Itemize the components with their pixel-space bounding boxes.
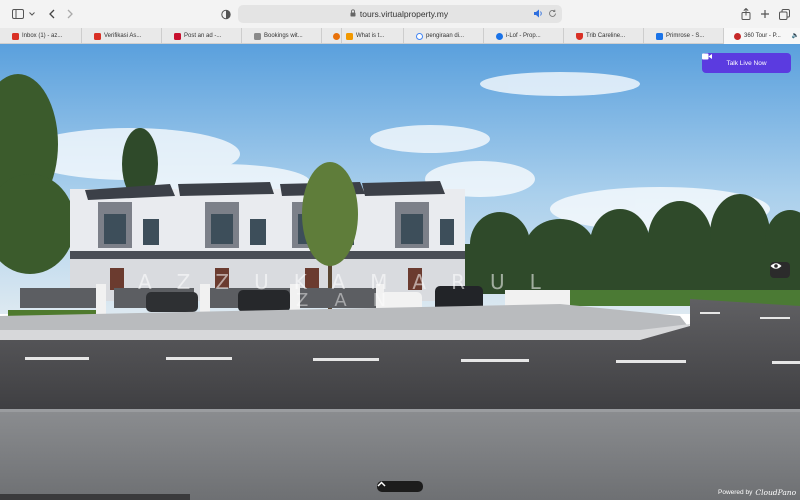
lock-icon	[350, 9, 356, 19]
chevron-up-icon	[377, 481, 386, 487]
video-camera-icon	[702, 53, 712, 60]
tab-overview-icon[interactable]	[774, 4, 794, 24]
tab-trib[interactable]: Trib Careline...	[564, 28, 644, 44]
tab-label: Bookings wit...	[264, 33, 303, 39]
powered-by-label: Powered by	[718, 489, 753, 496]
share-icon[interactable]	[736, 4, 756, 24]
bookmark-icon	[346, 32, 353, 40]
talk-live-now-button[interactable]: Talk Live Now	[702, 53, 791, 73]
speaker-icon[interactable]	[533, 8, 544, 21]
tab-pengiraan[interactable]: pengiraan di...	[404, 28, 484, 44]
tab-site[interactable]	[322, 28, 342, 44]
tab-bookings[interactable]: Bookings wit...	[242, 28, 322, 44]
tab-primrose[interactable]: Primrose - S...	[644, 28, 724, 44]
tab-360-tour[interactable]: 360 Tour - P... 🔈	[724, 28, 800, 44]
tab-ilof[interactable]: i-Lof - Prop...	[484, 28, 564, 44]
cloudpano-logo: CloudPano	[755, 488, 797, 497]
bookings-icon	[254, 32, 261, 40]
tab-bar: Inbox (1) - az... Verifikasi As... Post …	[0, 28, 800, 44]
tab-label: i-Lof - Prop...	[506, 33, 541, 39]
panorama-viewer[interactable]: AZZUKAMARUL ZAN Talk Live Now Powered by…	[0, 44, 800, 500]
mudah-icon	[174, 32, 181, 40]
back-icon[interactable]	[42, 4, 62, 24]
primrose-icon	[656, 32, 663, 40]
tab-label: Trib Careline...	[586, 33, 626, 39]
new-tab-icon[interactable]	[755, 4, 775, 24]
tab-label: Verifikasi As...	[104, 33, 142, 39]
watermark-text-line2: ZAN	[296, 290, 413, 311]
url-text: tours.virtualproperty.my	[359, 9, 449, 19]
tab-inbox[interactable]: Inbox (1) - az...	[0, 28, 82, 44]
privacy-shield-icon[interactable]	[216, 4, 236, 24]
reload-icon[interactable]	[547, 8, 558, 21]
google-icon	[416, 32, 423, 40]
tab-label: Inbox (1) - az...	[22, 33, 63, 39]
tab-post-ad[interactable]: Post an ad -...	[162, 28, 242, 44]
tab-label: pengiraan di...	[426, 33, 465, 39]
tab-label: Post an ad -...	[184, 33, 222, 39]
tab-what-is[interactable]: What is t...	[342, 28, 404, 44]
site-icon	[333, 32, 340, 40]
tab-verifikasi[interactable]: Verifikasi As...	[82, 28, 162, 44]
tab-label: What is t...	[356, 33, 385, 39]
talk-live-now-label: Talk Live Now	[726, 59, 767, 67]
browser-toolbar: tours.virtualproperty.my	[0, 0, 800, 28]
expand-panel-button[interactable]	[377, 481, 423, 492]
tab-label: 360 Tour - P...	[744, 33, 781, 39]
tab-label: Primrose - S...	[666, 33, 705, 39]
globe-icon	[496, 32, 503, 40]
shield-icon	[576, 32, 583, 40]
speaker-icon[interactable]: 🔈	[792, 32, 799, 39]
tour-icon	[734, 32, 741, 40]
eye-icon	[770, 263, 782, 269]
sidebar-icon[interactable]	[8, 4, 28, 24]
address-bar[interactable]: tours.virtualproperty.my	[238, 5, 562, 23]
gmail-icon	[94, 32, 101, 40]
gmail-icon	[12, 32, 19, 40]
forward-icon[interactable]	[60, 4, 80, 24]
eye-toggle-button[interactable]	[770, 262, 790, 278]
chevron-down-icon[interactable]	[26, 4, 38, 24]
powered-by[interactable]: Powered by CloudPano	[718, 488, 796, 497]
